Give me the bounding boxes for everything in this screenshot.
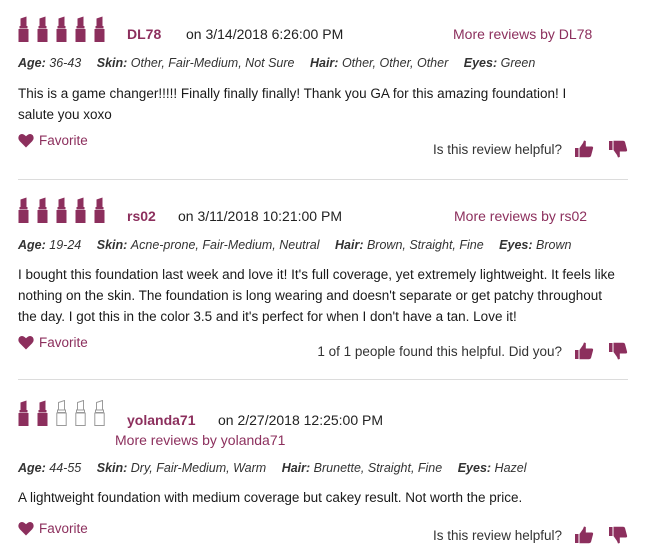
lipstick-star-filled-icon bbox=[94, 197, 105, 223]
rating-stars bbox=[18, 197, 105, 223]
helpful-prompt: 1 of 1 people found this helpful. Did yo… bbox=[317, 343, 562, 359]
heart-icon bbox=[18, 521, 34, 536]
lipstick-star-empty-icon bbox=[56, 400, 67, 426]
hair-value: Brunette, Straight, Fine bbox=[313, 461, 443, 475]
thumbs-down-icon[interactable] bbox=[608, 140, 628, 158]
lipstick-star-filled-icon bbox=[37, 16, 48, 42]
lipstick-star-filled-icon bbox=[94, 16, 105, 42]
thumbs-down-icon[interactable] bbox=[608, 526, 628, 544]
hair-value: Other, Other, Other bbox=[341, 56, 449, 70]
hair-value: Brown, Straight, Fine bbox=[366, 238, 484, 252]
eyes-value: Hazel bbox=[494, 461, 527, 475]
lipstick-star-filled-icon bbox=[18, 16, 29, 42]
review-date: on 2/27/2018 12:25:00 PM bbox=[218, 412, 384, 428]
eyes-value: Brown bbox=[536, 238, 572, 252]
lipstick-star-empty-icon bbox=[94, 400, 105, 426]
thumbs-up-icon[interactable] bbox=[574, 526, 594, 544]
hair-label: Hair: bbox=[335, 238, 364, 252]
reviewer-attributes: Age: 19-24 Skin: Acne-prone, Fair-Medium… bbox=[18, 238, 583, 252]
hair-label: Hair: bbox=[281, 461, 311, 475]
lipstick-star-filled-icon bbox=[18, 400, 29, 426]
heart-icon bbox=[18, 133, 34, 148]
skin-value: Other, Fair-Medium, Not Sure bbox=[130, 56, 295, 70]
helpful-prompt: Is this review helpful? bbox=[432, 527, 562, 543]
reviewer-username[interactable]: rs02 bbox=[127, 208, 156, 224]
skin-label: Skin: bbox=[96, 56, 128, 70]
favorite-button[interactable]: Favorite bbox=[18, 521, 88, 536]
favorite-label: Favorite bbox=[39, 335, 88, 350]
reviewer-username[interactable]: DL78 bbox=[127, 26, 161, 42]
eyes-label: Eyes: bbox=[499, 238, 533, 252]
thumbs-down-icon[interactable] bbox=[608, 342, 628, 360]
thumbs-up-icon[interactable] bbox=[574, 342, 594, 360]
thumbs-up-icon[interactable] bbox=[574, 140, 594, 158]
reviewer-attributes: Age: 36-43 Skin: Other, Fair-Medium, Not… bbox=[18, 56, 547, 70]
lipstick-star-empty-icon bbox=[75, 400, 86, 426]
favorite-button[interactable]: Favorite bbox=[18, 133, 88, 148]
age-value: 36-43 bbox=[49, 56, 82, 70]
age-label: Age: bbox=[18, 461, 46, 475]
review-date: on 3/14/2018 6:26:00 PM bbox=[186, 26, 344, 42]
lipstick-star-filled-icon bbox=[56, 197, 67, 223]
favorite-label: Favorite bbox=[39, 133, 88, 148]
helpful-section: Is this review helpful? bbox=[433, 140, 628, 158]
reviewer-username[interactable]: yolanda71 bbox=[127, 412, 195, 428]
review-text: I bought this foundation last week and l… bbox=[18, 267, 615, 324]
helpful-prompt: Is this review helpful? bbox=[432, 141, 562, 157]
skin-value: Dry, Fair-Medium, Warm bbox=[130, 461, 267, 475]
more-reviews-link[interactable]: More reviews by yolanda71 bbox=[115, 432, 285, 448]
lipstick-star-filled-icon bbox=[75, 16, 86, 42]
eyes-label: Eyes: bbox=[457, 461, 492, 475]
age-label: Age: bbox=[18, 56, 46, 70]
eyes-label: Eyes: bbox=[463, 56, 498, 70]
lipstick-star-filled-icon bbox=[18, 197, 29, 223]
eyes-value: Green bbox=[500, 56, 536, 70]
skin-label: Skin: bbox=[96, 238, 128, 252]
favorite-button[interactable]: Favorite bbox=[18, 335, 88, 350]
skin-label: Skin: bbox=[96, 461, 128, 475]
review-text: A lightweight foundation with medium cov… bbox=[18, 490, 523, 505]
review-item: yolanda71 on 2/27/2018 12:25:00 PM More … bbox=[0, 380, 652, 560]
age-label: Age: bbox=[18, 238, 46, 252]
review-item: rs02 on 3/11/2018 10:21:00 PM More revie… bbox=[0, 180, 652, 380]
review-item: DL78 on 3/14/2018 6:26:00 PM More review… bbox=[0, 0, 652, 180]
rating-stars bbox=[18, 400, 105, 426]
favorite-label: Favorite bbox=[39, 521, 88, 536]
lipstick-star-filled-icon bbox=[75, 197, 86, 223]
rating-stars bbox=[18, 16, 105, 42]
age-value: 19-24 bbox=[49, 238, 82, 252]
review-date: on 3/11/2018 10:21:00 PM bbox=[178, 208, 342, 224]
reviewer-attributes: Age: 44-55 Skin: Dry, Fair-Medium, Warm … bbox=[18, 461, 539, 475]
helpful-section: 1 of 1 people found this helpful. Did yo… bbox=[317, 342, 628, 360]
lipstick-star-filled-icon bbox=[56, 16, 67, 42]
more-reviews-link[interactable]: More reviews by rs02 bbox=[454, 208, 587, 224]
lipstick-star-filled-icon bbox=[37, 197, 48, 223]
helpful-section: Is this review helpful? bbox=[433, 526, 628, 544]
review-text: This is a game changer!!!!! Finally fina… bbox=[18, 86, 567, 122]
heart-icon bbox=[18, 335, 34, 350]
more-reviews-link[interactable]: More reviews by DL78 bbox=[453, 26, 592, 42]
skin-value: Acne-prone, Fair-Medium, Neutral bbox=[130, 238, 320, 252]
lipstick-star-filled-icon bbox=[37, 400, 48, 426]
hair-label: Hair: bbox=[309, 56, 339, 70]
age-value: 44-55 bbox=[49, 461, 82, 475]
